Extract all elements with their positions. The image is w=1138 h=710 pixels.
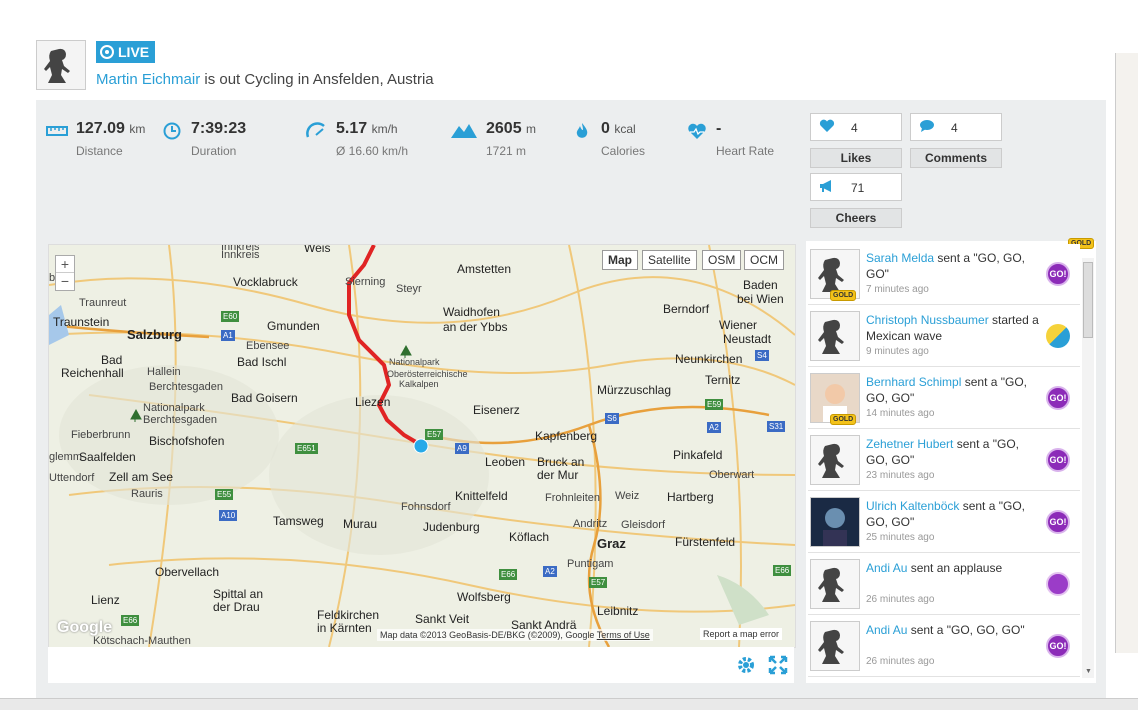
- feed-item: Zehetner Hubert sent a "GO, GO, GO" 23 mi…: [808, 430, 1080, 491]
- map-type-satellite[interactable]: Satellite: [642, 250, 697, 270]
- zoom-out-button[interactable]: −: [56, 273, 74, 289]
- feed-timestamp: 14 minutes ago: [866, 408, 935, 419]
- go-badge-icon: GO!: [1046, 510, 1070, 534]
- feed-timestamp: 26 minutes ago: [866, 656, 935, 667]
- feed-timestamp: 25 minutes ago: [866, 532, 935, 543]
- stat-heart-rate: - Heart Rate: [688, 120, 774, 158]
- feed-avatar[interactable]: [810, 621, 860, 671]
- map-attribution: Map data ©2013 GeoBasis-DE/BKG (©2009), …: [377, 629, 653, 641]
- map-type-osm[interactable]: OSM: [702, 250, 742, 270]
- feed-avatar[interactable]: [810, 497, 860, 547]
- horizontal-scrollbar[interactable]: [0, 698, 1138, 710]
- feed-timestamp: 9 minutes ago: [866, 346, 929, 357]
- live-label: LIVE: [118, 44, 150, 60]
- heart-icon: [819, 119, 835, 132]
- feed-text: Sarah Melda sent a "GO, GO, GO": [866, 251, 1026, 281]
- feed-avatar[interactable]: [810, 435, 860, 485]
- runner-silhouette-icon: [44, 48, 70, 83]
- terms-link[interactable]: Terms of Use: [597, 630, 650, 640]
- feed-user-link[interactable]: Bernhard Schimpl: [866, 375, 961, 389]
- applause-badge-icon: [1046, 572, 1070, 596]
- google-logo: Google: [57, 619, 113, 636]
- cheers-count-box: 71: [810, 173, 902, 201]
- feed-text: Zehetner Hubert sent a "GO, GO, GO": [866, 437, 1020, 467]
- feed-user-link[interactable]: Andi Au: [866, 623, 907, 637]
- scroll-down-arrow-icon[interactable]: ▼: [1085, 668, 1092, 675]
- feed-item: Christoph Nussbaumer started a Mexican w…: [808, 306, 1080, 367]
- user-name-link[interactable]: Martin Eichmair: [96, 71, 200, 88]
- speech-bubble-icon: [920, 120, 934, 132]
- ruler-icon: [46, 126, 68, 136]
- runner-silhouette-icon: [818, 319, 844, 354]
- feed-timestamp: 26 minutes ago: [866, 594, 935, 605]
- cheers-button[interactable]: Cheers: [810, 208, 902, 228]
- feed-avatar[interactable]: [810, 559, 860, 609]
- stat-duration: 7:39:23 Duration: [163, 120, 246, 158]
- feed-item: Andi Au sent an applause 26 minutes ago: [808, 554, 1080, 615]
- flame-icon: [576, 123, 588, 138]
- settings-gear-icon[interactable]: [736, 655, 756, 675]
- feed-item: GOLD Sarah Melda sent a "GO, GO, GO" 7 min…: [808, 244, 1080, 305]
- gold-badge: GOLD: [830, 414, 857, 425]
- mountain-icon: [451, 124, 477, 138]
- report-map-error-link[interactable]: Report a map error: [700, 628, 783, 640]
- route-map[interactable]: Innkreis Weis Amstetten Innkreis Vocklab…: [48, 244, 796, 648]
- runner-silhouette-icon: [818, 567, 844, 602]
- feed-text: Andi Au sent a "GO, GO, GO": [866, 623, 1025, 637]
- feed-item: GOLD Bernhard Schimpl sent a "GO, GO, GO"…: [808, 368, 1080, 429]
- runner-silhouette-icon: [818, 443, 844, 478]
- runner-silhouette-icon: [818, 629, 844, 664]
- side-advertisement[interactable]: [1115, 53, 1138, 653]
- map-toolbar: [48, 647, 794, 683]
- likes-count-box: 4: [810, 113, 902, 141]
- gold-badge: GOLD: [830, 290, 857, 301]
- stat-calories: 0 kcal Calories: [576, 120, 645, 158]
- map-type-map[interactable]: Map: [602, 250, 638, 270]
- go-badge-icon: GO!: [1046, 386, 1070, 410]
- feed-text: Christoph Nussbaumer started a Mexican w…: [866, 313, 1039, 343]
- live-icon: [100, 45, 114, 59]
- speedometer-icon: [306, 122, 325, 138]
- stat-elevation: 2605 m 1721 m: [451, 120, 536, 158]
- feed-timestamp: 23 minutes ago: [866, 470, 935, 481]
- feed-item: Ulrich Kaltenböck sent a "GO, GO, GO" 25 …: [808, 492, 1080, 553]
- feed-user-link[interactable]: Ulrich Kaltenböck: [866, 499, 959, 513]
- live-badge: LIVE: [96, 41, 156, 63]
- stat-distance: 127.09 km Distance: [46, 120, 145, 158]
- user-avatar[interactable]: [36, 40, 86, 90]
- feed-text: Bernhard Schimpl sent a "GO, GO, GO": [866, 375, 1028, 405]
- clock-icon: [163, 122, 181, 140]
- comments-button[interactable]: Comments: [910, 148, 1002, 168]
- feed-item: Andi Au sent a "GO, GO, GO" 26 minutes ag…: [808, 616, 1080, 677]
- feed-text: Ulrich Kaltenböck sent a "GO, GO, GO": [866, 499, 1025, 529]
- feed-user-link[interactable]: Christoph Nussbaumer: [866, 313, 989, 327]
- feed-scrollbar-thumb[interactable]: [1083, 262, 1093, 338]
- go-badge-icon: GO!: [1046, 262, 1070, 286]
- likes-button[interactable]: Likes: [810, 148, 902, 168]
- feed-user-link[interactable]: Zehetner Hubert: [866, 437, 953, 451]
- feed-timestamp: 7 minutes ago: [866, 284, 929, 295]
- go-badge-icon: GO!: [1046, 448, 1070, 472]
- zoom-control: + −: [55, 255, 75, 291]
- comments-count-box: 4: [910, 113, 1002, 141]
- feed-avatar[interactable]: [810, 311, 860, 361]
- feed-text: Andi Au sent an applause: [866, 561, 1003, 575]
- map-type-ocm[interactable]: OCM: [744, 250, 784, 270]
- feed-user-link[interactable]: Andi Au: [866, 561, 907, 575]
- feed-user-link[interactable]: Sarah Melda: [866, 251, 934, 265]
- wave-badge-icon: [1046, 324, 1070, 348]
- user-photo-icon: [823, 508, 847, 546]
- stat-speed: 5.17 km/h Ø 16.60 km/h: [306, 120, 408, 158]
- fullscreen-icon[interactable]: [768, 655, 788, 675]
- heart-rate-icon: [688, 123, 706, 139]
- activity-text: is out Cycling in Ansfelden, Austria: [200, 71, 434, 88]
- activity-headline: Martin Eichmair is out Cycling in Ansfel…: [96, 71, 434, 88]
- zoom-in-button[interactable]: +: [56, 256, 74, 273]
- go-badge-icon: GO!: [1046, 634, 1070, 658]
- megaphone-icon: [820, 180, 831, 192]
